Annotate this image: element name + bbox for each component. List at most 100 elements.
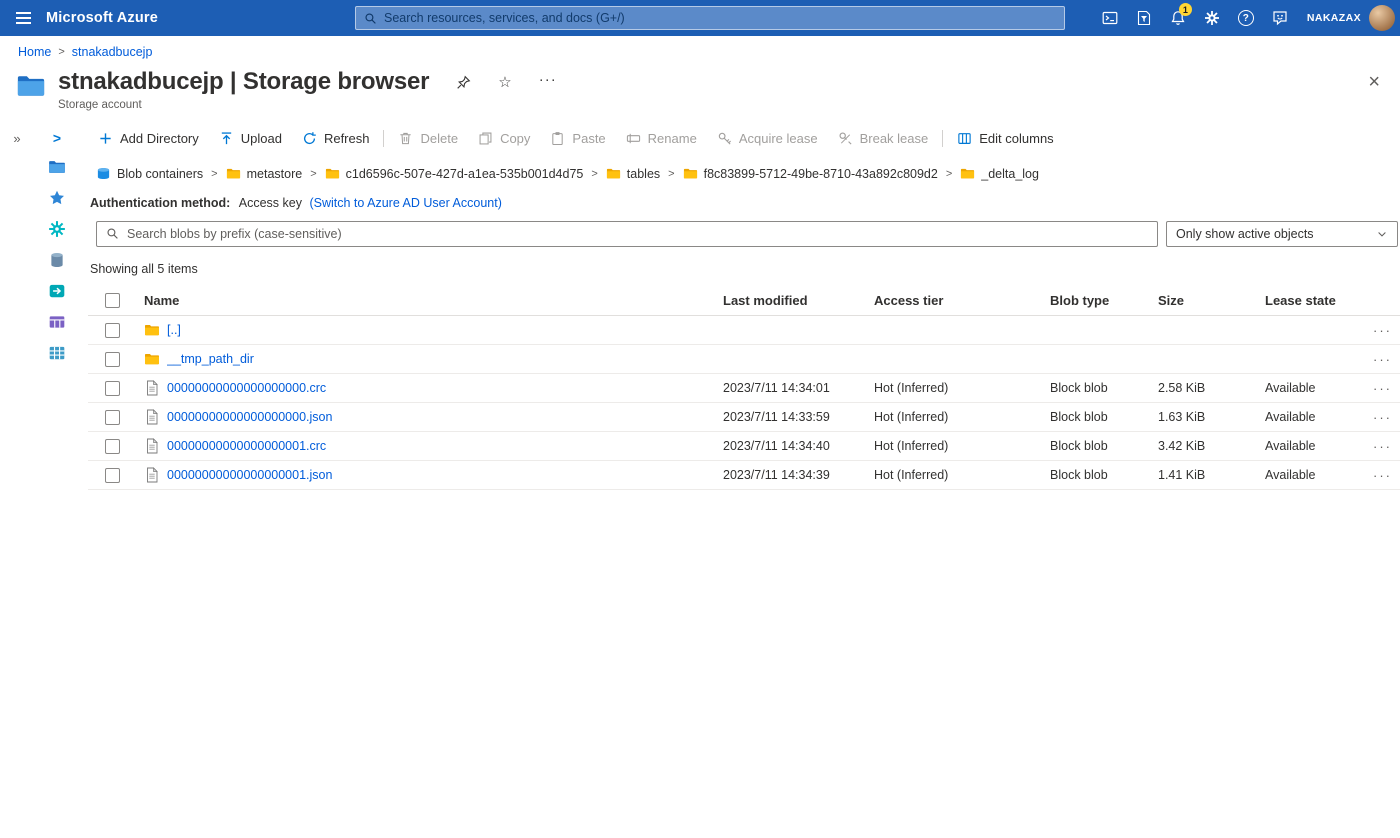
- blob-name-link[interactable]: 00000000000000000000.json: [167, 410, 332, 424]
- notifications-bell-icon[interactable]: 1: [1161, 0, 1195, 36]
- avatar[interactable]: [1369, 5, 1395, 31]
- path-segment-guid-2[interactable]: f8c83899-5712-49be-8710-43a892c809d2: [683, 166, 938, 181]
- trash-icon: [398, 131, 413, 146]
- break-lease-button[interactable]: Break lease: [828, 123, 939, 153]
- cell-lease-state: Available: [1265, 410, 1316, 424]
- refresh-button[interactable]: Refresh: [292, 123, 380, 153]
- help-icon[interactable]: ?: [1229, 0, 1263, 36]
- sidebar-item-tables[interactable]: [47, 313, 67, 331]
- row-more-icon[interactable]: ···: [1373, 469, 1392, 482]
- path-segment-delta-log[interactable]: _delta_log: [960, 166, 1039, 181]
- path-segment-guid-1[interactable]: c1d6596c-507e-427d-a1ea-535b001d4d75: [325, 166, 583, 181]
- table-row[interactable]: 00000000000000000000.crc 2023/7/11 14:34…: [88, 374, 1400, 403]
- row-checkbox[interactable]: [105, 438, 120, 454]
- column-header-blob-type[interactable]: Blob type: [1050, 293, 1158, 308]
- folder-icon: [325, 166, 340, 181]
- table-row[interactable]: 00000000000000000001.json 2023/7/11 14:3…: [88, 461, 1400, 490]
- table-row[interactable]: __tmp_path_dir ···: [88, 345, 1400, 374]
- blob-search-input[interactable]: [96, 221, 1158, 247]
- sidebar-item-containers[interactable]: [47, 251, 67, 269]
- feedback-icon[interactable]: [1263, 0, 1297, 36]
- product-name[interactable]: Microsoft Azure: [46, 10, 158, 26]
- rename-button[interactable]: Rename: [616, 123, 707, 153]
- row-checkbox[interactable]: [105, 380, 120, 396]
- sidebar-item-favorites[interactable]: [47, 189, 67, 207]
- edit-columns-button[interactable]: Edit columns: [947, 123, 1063, 153]
- cell-access-tier: Hot (Inferred): [874, 439, 949, 453]
- select-all-checkbox[interactable]: [105, 292, 120, 308]
- upload-button[interactable]: Upload: [209, 123, 292, 153]
- row-checkbox[interactable]: [105, 322, 120, 338]
- blob-name-link[interactable]: __tmp_path_dir: [167, 352, 254, 366]
- blob-name-link[interactable]: [..]: [167, 323, 181, 337]
- table-row[interactable]: [..] ···: [88, 316, 1400, 345]
- grid-icon: [48, 344, 66, 362]
- row-more-icon[interactable]: ···: [1373, 411, 1392, 424]
- column-header-access-tier[interactable]: Access tier: [874, 293, 1050, 308]
- row-more-icon[interactable]: ···: [1373, 382, 1392, 395]
- cell-blob-type: Block blob: [1050, 439, 1108, 453]
- close-icon[interactable]: ×: [1368, 68, 1380, 92]
- cell-blob-type: Block blob: [1050, 468, 1108, 482]
- auth-method-label: Authentication method:: [90, 196, 231, 210]
- notification-badge: 1: [1178, 3, 1192, 16]
- favorite-star-icon[interactable]: ☆: [498, 74, 511, 90]
- cell-last-modified: 2023/7/11 14:34:40: [723, 439, 830, 453]
- column-header-name[interactable]: Name: [144, 293, 723, 308]
- path-segment-blob-containers[interactable]: Blob containers: [96, 166, 203, 181]
- row-checkbox[interactable]: [105, 351, 120, 367]
- pin-icon[interactable]: [456, 75, 471, 90]
- table-row[interactable]: 00000000000000000001.crc 2023/7/11 14:34…: [88, 432, 1400, 461]
- copy-button[interactable]: Copy: [468, 123, 540, 153]
- blob-name-link[interactable]: 00000000000000000001.crc: [167, 439, 326, 453]
- breadcrumb: Home > stnakadbucejp: [18, 45, 1400, 59]
- switch-auth-link[interactable]: (Switch to Azure AD User Account): [309, 196, 501, 210]
- global-search-input[interactable]: [384, 11, 1056, 25]
- expand-tree-icon[interactable]: >: [53, 131, 61, 145]
- path-segment-metastore[interactable]: metastore: [226, 166, 302, 181]
- plus-icon: [98, 131, 113, 146]
- directory-filter-icon[interactable]: [1127, 0, 1161, 36]
- row-more-icon[interactable]: ···: [1373, 440, 1392, 453]
- user-name[interactable]: NAKAZAX: [1307, 12, 1361, 24]
- path-segment-tables[interactable]: tables: [606, 166, 660, 181]
- sidebar-item-queues[interactable]: [47, 282, 67, 300]
- smiley-icon: [1272, 10, 1288, 26]
- hamburger-menu-icon[interactable]: [0, 0, 46, 36]
- cloud-shell-icon[interactable]: [1093, 0, 1127, 36]
- more-options-icon[interactable]: ···: [539, 72, 557, 93]
- blob-table: Name Last modified Access tier Blob type…: [88, 285, 1400, 490]
- breadcrumb-current[interactable]: stnakadbucejp: [72, 45, 153, 59]
- chevron-down-icon: [1376, 228, 1388, 240]
- blob-name-link[interactable]: 00000000000000000000.crc: [167, 381, 326, 395]
- column-header-size[interactable]: Size: [1158, 293, 1265, 308]
- acquire-lease-button[interactable]: Acquire lease: [707, 123, 828, 153]
- table-row[interactable]: 00000000000000000000.json 2023/7/11 14:3…: [88, 403, 1400, 432]
- page-subtitle: Storage account: [58, 99, 142, 111]
- delete-button[interactable]: Delete: [388, 123, 468, 153]
- column-header-last-modified[interactable]: Last modified: [723, 293, 874, 308]
- row-more-icon[interactable]: ···: [1373, 353, 1392, 366]
- sidebar-item-grid[interactable]: [47, 344, 67, 362]
- page-title: stnakadbucejp | Storage browser: [58, 68, 430, 95]
- path-separator-icon: >: [945, 167, 953, 180]
- row-checkbox[interactable]: [105, 409, 120, 425]
- blob-name-link[interactable]: 00000000000000000001.json: [167, 468, 332, 482]
- row-more-icon[interactable]: ···: [1373, 324, 1392, 337]
- folder-icon: [144, 351, 160, 367]
- breadcrumb-home[interactable]: Home: [18, 45, 51, 59]
- global-search[interactable]: [355, 6, 1065, 30]
- gear-icon: [1204, 10, 1220, 26]
- expand-rail-icon[interactable]: »: [13, 131, 20, 146]
- file-icon: [144, 380, 160, 396]
- item-count-summary: Showing all 5 items: [90, 262, 198, 276]
- sidebar-item-blob-containers[interactable]: [47, 158, 67, 176]
- add-directory-button[interactable]: Add Directory: [88, 123, 209, 153]
- column-header-lease-state[interactable]: Lease state: [1265, 293, 1365, 308]
- row-checkbox[interactable]: [105, 467, 120, 483]
- paste-button[interactable]: Paste: [540, 123, 615, 153]
- sidebar-item-file-shares[interactable]: [47, 220, 67, 238]
- storage-browser-icon: [14, 71, 48, 101]
- settings-gear-icon[interactable]: [1195, 0, 1229, 36]
- active-objects-dropdown[interactable]: Only show active objects: [1166, 221, 1398, 247]
